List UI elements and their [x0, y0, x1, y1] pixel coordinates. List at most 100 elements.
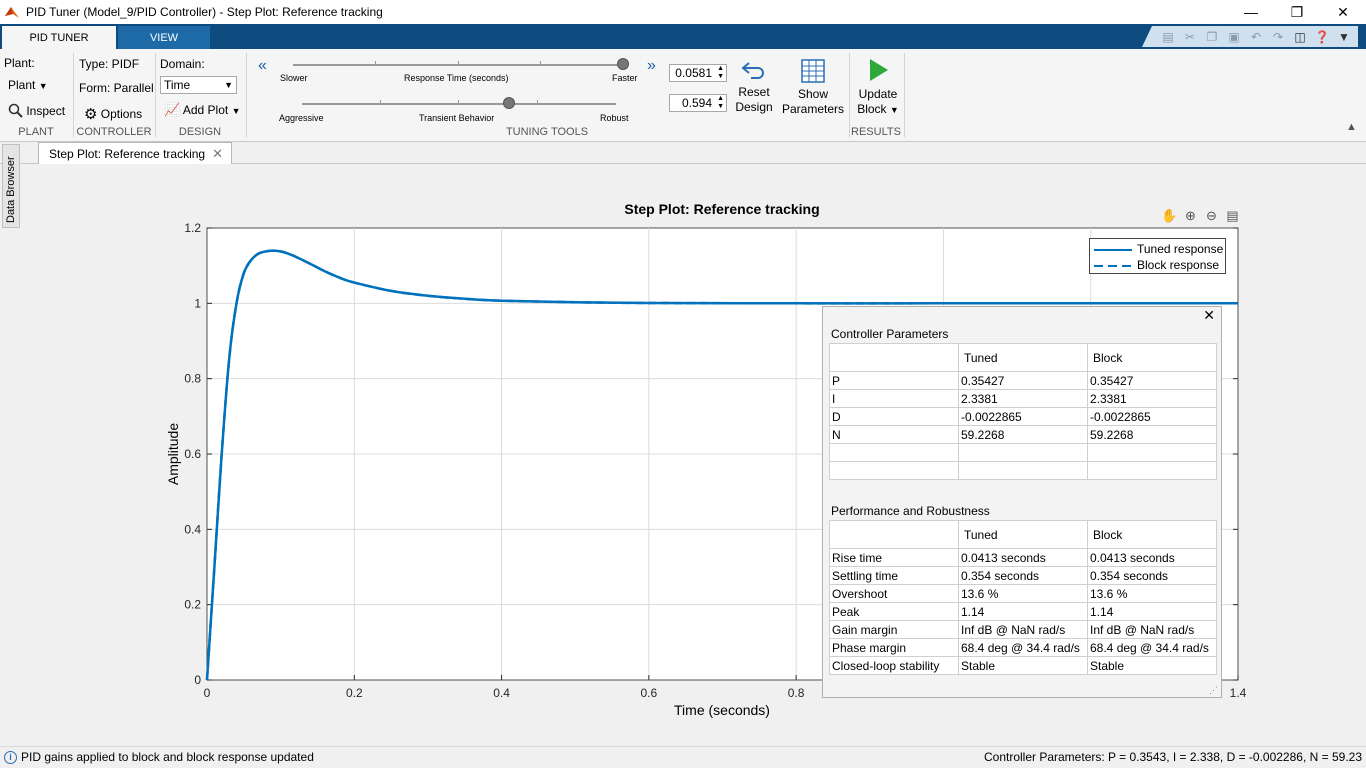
- table-cell: I: [829, 389, 959, 408]
- controller-parameters-table: Tuned Block P 0.35427 0.35427 I 2.3381 2.3381 D -…: [829, 343, 1217, 480]
- dashed-line-swatch: [1094, 265, 1132, 267]
- x-axis-label: Time (seconds): [674, 702, 770, 718]
- table-cell: 0.0413 seconds: [1087, 548, 1217, 567]
- column-header: Block: [1087, 520, 1217, 549]
- plot-toolbar: ✋ ⊕ ⊖ ▤: [1160, 207, 1242, 225]
- table-cell: 1.14: [958, 602, 1088, 621]
- table-cell: 2.3381: [958, 389, 1088, 408]
- table-row: [829, 443, 1217, 462]
- y-tick-label: 0.2: [184, 598, 201, 612]
- table-row: Phase margin 68.4 deg @ 34.4 rad/s 68.4 de…: [829, 638, 1217, 657]
- table-cell: Stable: [958, 656, 1088, 675]
- legend-label-tuned: Tuned response: [1137, 242, 1224, 256]
- table-cell: P: [829, 371, 959, 390]
- x-tick-label: 0.6: [641, 686, 658, 700]
- solid-line-swatch: [1094, 249, 1132, 251]
- table-cell: -0.0022865: [1087, 407, 1217, 426]
- table-row: [829, 461, 1217, 480]
- table-cell: 59.2268: [958, 425, 1088, 444]
- resize-grip-icon[interactable]: ⋰: [1209, 685, 1218, 696]
- table-cell: Gain margin: [829, 620, 959, 639]
- status-left: i PID gains applied to block and block r…: [4, 750, 314, 764]
- performance-header: Performance and Robustness: [831, 504, 990, 518]
- table-row: Overshoot 13.6 % 13.6 %: [829, 584, 1217, 603]
- table-cell: 13.6 %: [1087, 584, 1217, 603]
- legend-label-block: Block response: [1137, 258, 1220, 272]
- controller-parameters-header: Controller Parameters: [831, 327, 949, 341]
- table-cell: 2.3381: [1087, 389, 1217, 408]
- table-row: N 59.2268 59.2268: [829, 425, 1217, 444]
- table-row: Settling time 0.354 seconds 0.354 seconds: [829, 566, 1217, 585]
- legend-item-tuned: Tuned response: [1090, 241, 1225, 257]
- y-tick-label: 0.4: [184, 522, 201, 536]
- table-cell: 0.0413 seconds: [958, 548, 1088, 567]
- table-cell: Phase margin: [829, 638, 959, 657]
- table-cell: 59.2268: [1087, 425, 1217, 444]
- table-cell: Stable: [1087, 656, 1217, 675]
- zoom-in-icon[interactable]: ⊕: [1181, 207, 1200, 225]
- legend-item-block: Block response: [1090, 257, 1225, 273]
- table-cell: -0.0022865: [958, 407, 1088, 426]
- pan-hand-icon[interactable]: ✋: [1160, 207, 1179, 225]
- parameters-panel: ✕ Controller Parameters Tuned Block P 0.354…: [822, 306, 1222, 698]
- x-tick-label: 0.8: [788, 686, 805, 700]
- table-row: P 0.35427 0.35427: [829, 371, 1217, 390]
- table-cell: [1087, 443, 1217, 462]
- table-cell: 0.35427: [958, 371, 1088, 390]
- table-cell: 1.14: [1087, 602, 1217, 621]
- table-cell: [958, 443, 1088, 462]
- table-cell: [829, 461, 959, 480]
- legend-toggle-icon[interactable]: ▤: [1223, 207, 1242, 225]
- table-cell: 68.4 deg @ 34.4 rad/s: [958, 638, 1088, 657]
- y-axis-label: Amplitude: [165, 423, 181, 485]
- info-icon: i: [4, 750, 17, 764]
- table-row: Gain margin Inf dB @ NaN rad/s Inf dB @ Na…: [829, 620, 1217, 639]
- zoom-out-icon[interactable]: ⊖: [1202, 207, 1221, 225]
- y-tick-label: 1.2: [184, 221, 201, 235]
- y-tick-label: 0.8: [184, 372, 201, 386]
- x-tick-label: 0: [204, 686, 211, 700]
- y-tick-label: 0.6: [184, 447, 201, 461]
- table-header-row: Tuned Block: [829, 343, 1217, 372]
- table-row: Peak 1.14 1.14: [829, 602, 1217, 621]
- column-header: Block: [1087, 343, 1217, 372]
- status-message: PID gains applied to block and block res…: [21, 750, 314, 764]
- table-cell: N: [829, 425, 959, 444]
- table-cell: Overshoot: [829, 584, 959, 603]
- table-row: Closed-loop stability Stable Stable: [829, 656, 1217, 675]
- x-tick-label: 0.2: [346, 686, 363, 700]
- x-tick-label: 0.4: [493, 686, 510, 700]
- chart-title: Step Plot: Reference tracking: [624, 201, 819, 217]
- x-tick-label: 1.4: [1230, 686, 1247, 700]
- table-cell: 13.6 %: [958, 584, 1088, 603]
- status-bar: i PID gains applied to block and block r…: [0, 746, 1366, 768]
- y-tick-label: 0: [194, 673, 201, 687]
- table-header-row: Tuned Block: [829, 520, 1217, 549]
- table-cell: [829, 443, 959, 462]
- table-row: Rise time 0.0413 seconds 0.0413 seconds: [829, 548, 1217, 567]
- table-row: D -0.0022865 -0.0022865: [829, 407, 1217, 426]
- table-cell: 0.35427: [1087, 371, 1217, 390]
- table-row: I 2.3381 2.3381: [829, 389, 1217, 408]
- status-controller-parameters: Controller Parameters: P = 0.3543, I = 2…: [983, 750, 1362, 764]
- table-cell: D: [829, 407, 959, 426]
- table-cell: Rise time: [829, 548, 959, 567]
- table-cell: Closed-loop stability: [829, 656, 959, 675]
- table-cell: Inf dB @ NaN rad/s: [958, 620, 1088, 639]
- column-header: [829, 520, 959, 549]
- performance-table: Tuned Block Rise time 0.0413 seconds 0.0413 …: [829, 520, 1217, 675]
- column-header: Tuned: [958, 520, 1088, 549]
- table-cell: Inf dB @ NaN rad/s: [1087, 620, 1217, 639]
- table-cell: 0.354 seconds: [1087, 566, 1217, 585]
- table-cell: [1087, 461, 1217, 480]
- table-cell: Settling time: [829, 566, 959, 585]
- table-cell: 68.4 deg @ 34.4 rad/s: [1087, 638, 1217, 657]
- column-header: [829, 343, 959, 372]
- legend[interactable]: Tuned response Block response: [1089, 238, 1226, 274]
- column-header: Tuned: [958, 343, 1088, 372]
- table-cell: [958, 461, 1088, 480]
- close-panel-icon[interactable]: ✕: [1203, 307, 1215, 324]
- table-cell: Peak: [829, 602, 959, 621]
- table-cell: 0.354 seconds: [958, 566, 1088, 585]
- y-tick-label: 1: [194, 296, 201, 310]
